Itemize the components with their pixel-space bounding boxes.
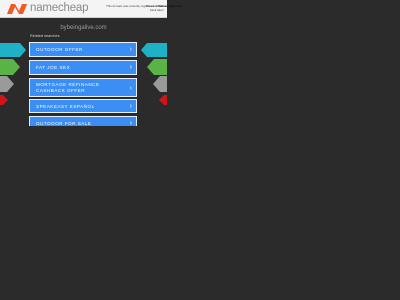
- related-link-speakeasy-espanol[interactable]: Speakeasy Español ›: [29, 99, 137, 113]
- left-wing-green-icon: [0, 59, 20, 75]
- right-wing-green-icon: [147, 59, 167, 75]
- top-banner: namecheap This domain was recently regis…: [0, 0, 182, 18]
- related-link-label: Fat Joe Sex: [36, 65, 71, 70]
- related-link-outdoor-for-sale[interactable]: Outdoor for Sale ›: [29, 116, 137, 127]
- right-wing-teal-icon: [141, 43, 167, 57]
- chevron-right-icon: ›: [129, 85, 132, 92]
- related-link-mortgage-refinance-cashback-offer[interactable]: Mortgage Refinance Cashback Offer ›: [29, 78, 137, 97]
- related-link-label: Outdoor Offer: [36, 47, 83, 52]
- chevron-right-icon: ›: [129, 64, 132, 71]
- right-wing-red-icon: [159, 95, 167, 105]
- related-searches-title: Related searches: [30, 34, 60, 38]
- domain-name: bybeingalive.com: [60, 25, 107, 31]
- related-link-label: Outdoor for Sale: [36, 121, 92, 126]
- related-link-fat-joe-sex[interactable]: Fat Joe Sex ›: [29, 60, 137, 75]
- related-link-label: Speakeasy Español: [36, 104, 95, 109]
- related-link-label: Mortgage Refinance Cashback Offer: [36, 82, 100, 93]
- left-wing-red-icon: [0, 95, 8, 105]
- registration-note-right: Please check back later!: [146, 4, 164, 12]
- chevron-right-icon: ›: [129, 103, 132, 110]
- related-link-outdoor-offer[interactable]: Outdoor Offer ›: [29, 42, 137, 57]
- left-wing-teal-icon: [0, 43, 26, 57]
- chevron-right-icon: ›: [129, 120, 132, 127]
- namecheap-logo-icon: [7, 4, 27, 14]
- left-wing-gray-icon: [0, 76, 14, 92]
- note-right-line2: back later!: [150, 7, 164, 12]
- right-wing-gray-icon: [153, 76, 167, 92]
- brand-name: namecheap: [30, 2, 89, 14]
- registration-note: This domain was recently registered at N…: [106, 4, 182, 12]
- chevron-right-icon: ›: [129, 46, 132, 53]
